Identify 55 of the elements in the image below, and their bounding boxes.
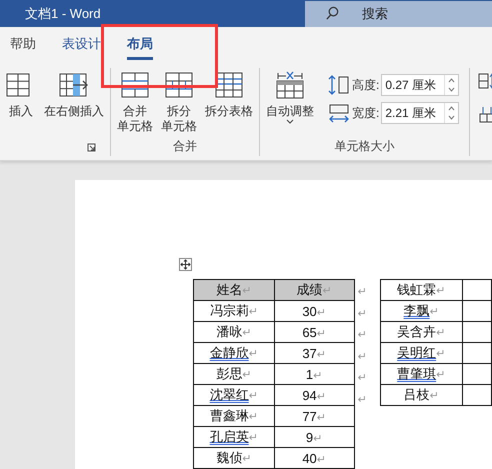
paragraph-mark: ↵ (356, 285, 368, 300)
table-cell: 孔启英↵ (210, 429, 258, 444)
ribbon-tab[interactable]: 帮助 (10, 27, 36, 60)
autofit-icon (275, 70, 305, 100)
paragraph-mark: ↵ (356, 328, 368, 343)
table-cell: 李飘↵ (404, 303, 439, 318)
field-label: 高度: (352, 76, 380, 94)
ribbon-button[interactable]: 拆分 单元格 (159, 68, 199, 138)
table-cell: 94↵ (302, 388, 326, 402)
table-cell: 曹鑫琳↵ (210, 408, 258, 423)
ribbon-tab[interactable]: 表设计 (62, 27, 101, 60)
search-icon (325, 6, 340, 21)
field-label: 宽度: (352, 104, 380, 122)
split-table-icon (214, 70, 244, 100)
spin-field[interactable]: 0.27 厘米 (381, 74, 460, 96)
distribute-rows-icon (478, 106, 492, 124)
table-cell: 37↵ (302, 346, 326, 360)
paragraph-mark: ↵ (356, 392, 368, 408)
table-cell: 65↵ (302, 324, 326, 340)
distribute-columns-icon (478, 72, 492, 90)
ribbon-button[interactable]: 自动调整 (264, 68, 316, 138)
search-field[interactable]: 搜索 (305, 0, 492, 26)
table-cell: 30↵ (302, 304, 326, 318)
search-placeholder: 搜索 (362, 4, 388, 22)
column-width-icon (328, 102, 350, 124)
row-height-icon (328, 74, 350, 96)
group-label: 单元格大小 (334, 138, 396, 155)
table-cell: 吕枝↵ (404, 387, 439, 402)
table-cell: 吴含卉↵ (397, 324, 446, 339)
table-cell: 魏侦↵ (216, 450, 252, 465)
header-cell: 姓名↵ (216, 282, 252, 297)
group-label: 合并 (172, 138, 198, 155)
window-title: 文档1 - Word (25, 4, 101, 22)
move-handle-icon (179, 258, 192, 271)
ribbon-button[interactable]: 在右侧插入 (42, 68, 106, 138)
table-cell: 潘咏↵ (216, 324, 252, 339)
table-cell: 彭思↵ (216, 366, 252, 381)
table-cell: 吴明红↵ (397, 345, 446, 360)
paragraph-mark: ↵ (356, 371, 368, 386)
paragraph-mark: ↵ (356, 306, 368, 322)
spin-field[interactable]: 2.21 厘米 (381, 102, 460, 124)
paragraph-mark: ↵ (356, 350, 368, 364)
table-cell: 冯宗莉↵ (210, 303, 258, 318)
table-cell: 1↵ (306, 366, 322, 382)
ribbon-button[interactable]: 插入 (4, 68, 38, 138)
table-cell: 9↵ (306, 430, 322, 444)
table-cell: 40↵ (302, 450, 326, 466)
table-cell: 沈翠红↵ (210, 387, 258, 402)
ribbon-button[interactable]: 合并 单元格 (115, 68, 155, 138)
table-cell: 钱虹霖↵ (397, 282, 446, 297)
header-cell: 成绩↵ (296, 282, 332, 297)
table-cell: 金静欣↵ (210, 345, 258, 360)
table-cell: 77↵ (302, 408, 326, 424)
table-cell: 曹肇琪↵ (397, 366, 446, 381)
ribbon-button[interactable]: 拆分表格 (203, 68, 255, 138)
